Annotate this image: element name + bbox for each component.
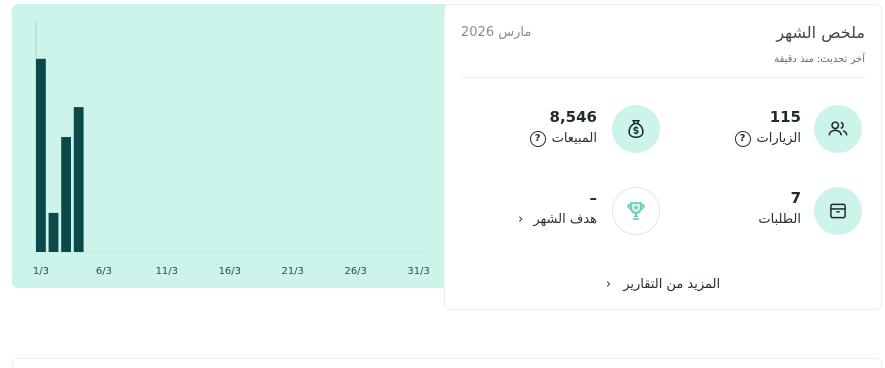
card-title: ملخص الشهر [776, 23, 865, 42]
box-icon [814, 187, 862, 235]
chart-bar[interactable] [61, 137, 71, 252]
stat-visits: 115 الزيارات ? [734, 108, 801, 148]
visits-help-icon[interactable]: ? [734, 131, 751, 147]
divider [461, 77, 865, 78]
chevron-left-icon[interactable]: ‹ [518, 211, 523, 229]
more-reports-link[interactable]: المزيد من التقارير ‹ [445, 277, 881, 292]
stat-sales: 8,546 المبيعات ? [529, 108, 597, 148]
chart-bar[interactable] [73, 107, 84, 252]
orders-value: 7 [790, 189, 801, 207]
month-summary-card: ملخص الشهر آخر تحديث: منذ دقيقة مارس 202… [444, 4, 882, 310]
chart-bar[interactable] [48, 212, 59, 252]
x-tick-label: 1/3 [33, 266, 49, 277]
visits-value: 115 [769, 108, 801, 126]
orders-label: الطلبات [758, 212, 801, 227]
chart-x-ticks: 1/3 6/3 11/3 16/3 21/3 26/3 31/3 [33, 266, 430, 277]
x-tick-label: 16/3 [219, 266, 241, 277]
sales-value: 8,546 [549, 108, 597, 126]
page: 1/3 6/3 11/3 16/3 21/3 26/3 31/3 ملخص الشهر آخ… [0, 0, 885, 368]
stat-goal: – هدف الشهر ‹ [518, 189, 597, 229]
month-label: مارس 2026 [461, 25, 532, 40]
last-updated: آخر تحديث: منذ دقيقة [774, 54, 865, 65]
chart-svg: 1/3 6/3 11/3 16/3 21/3 26/3 31/3 [33, 22, 430, 277]
stat-orders: 7 الطلبات [758, 189, 801, 229]
x-tick-label: 21/3 [281, 266, 303, 277]
sales-help-icon[interactable]: ? [529, 131, 546, 147]
next-card-edge [12, 358, 882, 368]
x-tick-label: 31/3 [407, 266, 429, 277]
daily-chart: 1/3 6/3 11/3 16/3 21/3 26/3 31/3 [12, 4, 447, 288]
chart-bar[interactable] [36, 58, 46, 252]
users-icon [814, 105, 862, 153]
x-tick-label: 26/3 [344, 266, 366, 277]
goal-value: – [589, 189, 598, 207]
goal-label[interactable]: هدف الشهر [533, 211, 597, 229]
x-tick-label: 11/3 [156, 266, 178, 277]
sales-label: المبيعات [551, 131, 597, 146]
visits-label: الزيارات [756, 131, 801, 146]
money-bag-icon [612, 105, 660, 153]
chevron-left-icon[interactable]: ‹ [606, 277, 611, 292]
trophy-icon [612, 187, 660, 235]
x-tick-label: 6/3 [96, 266, 112, 277]
chart-bars [36, 58, 84, 252]
more-reports-label[interactable]: المزيد من التقارير [623, 277, 720, 292]
